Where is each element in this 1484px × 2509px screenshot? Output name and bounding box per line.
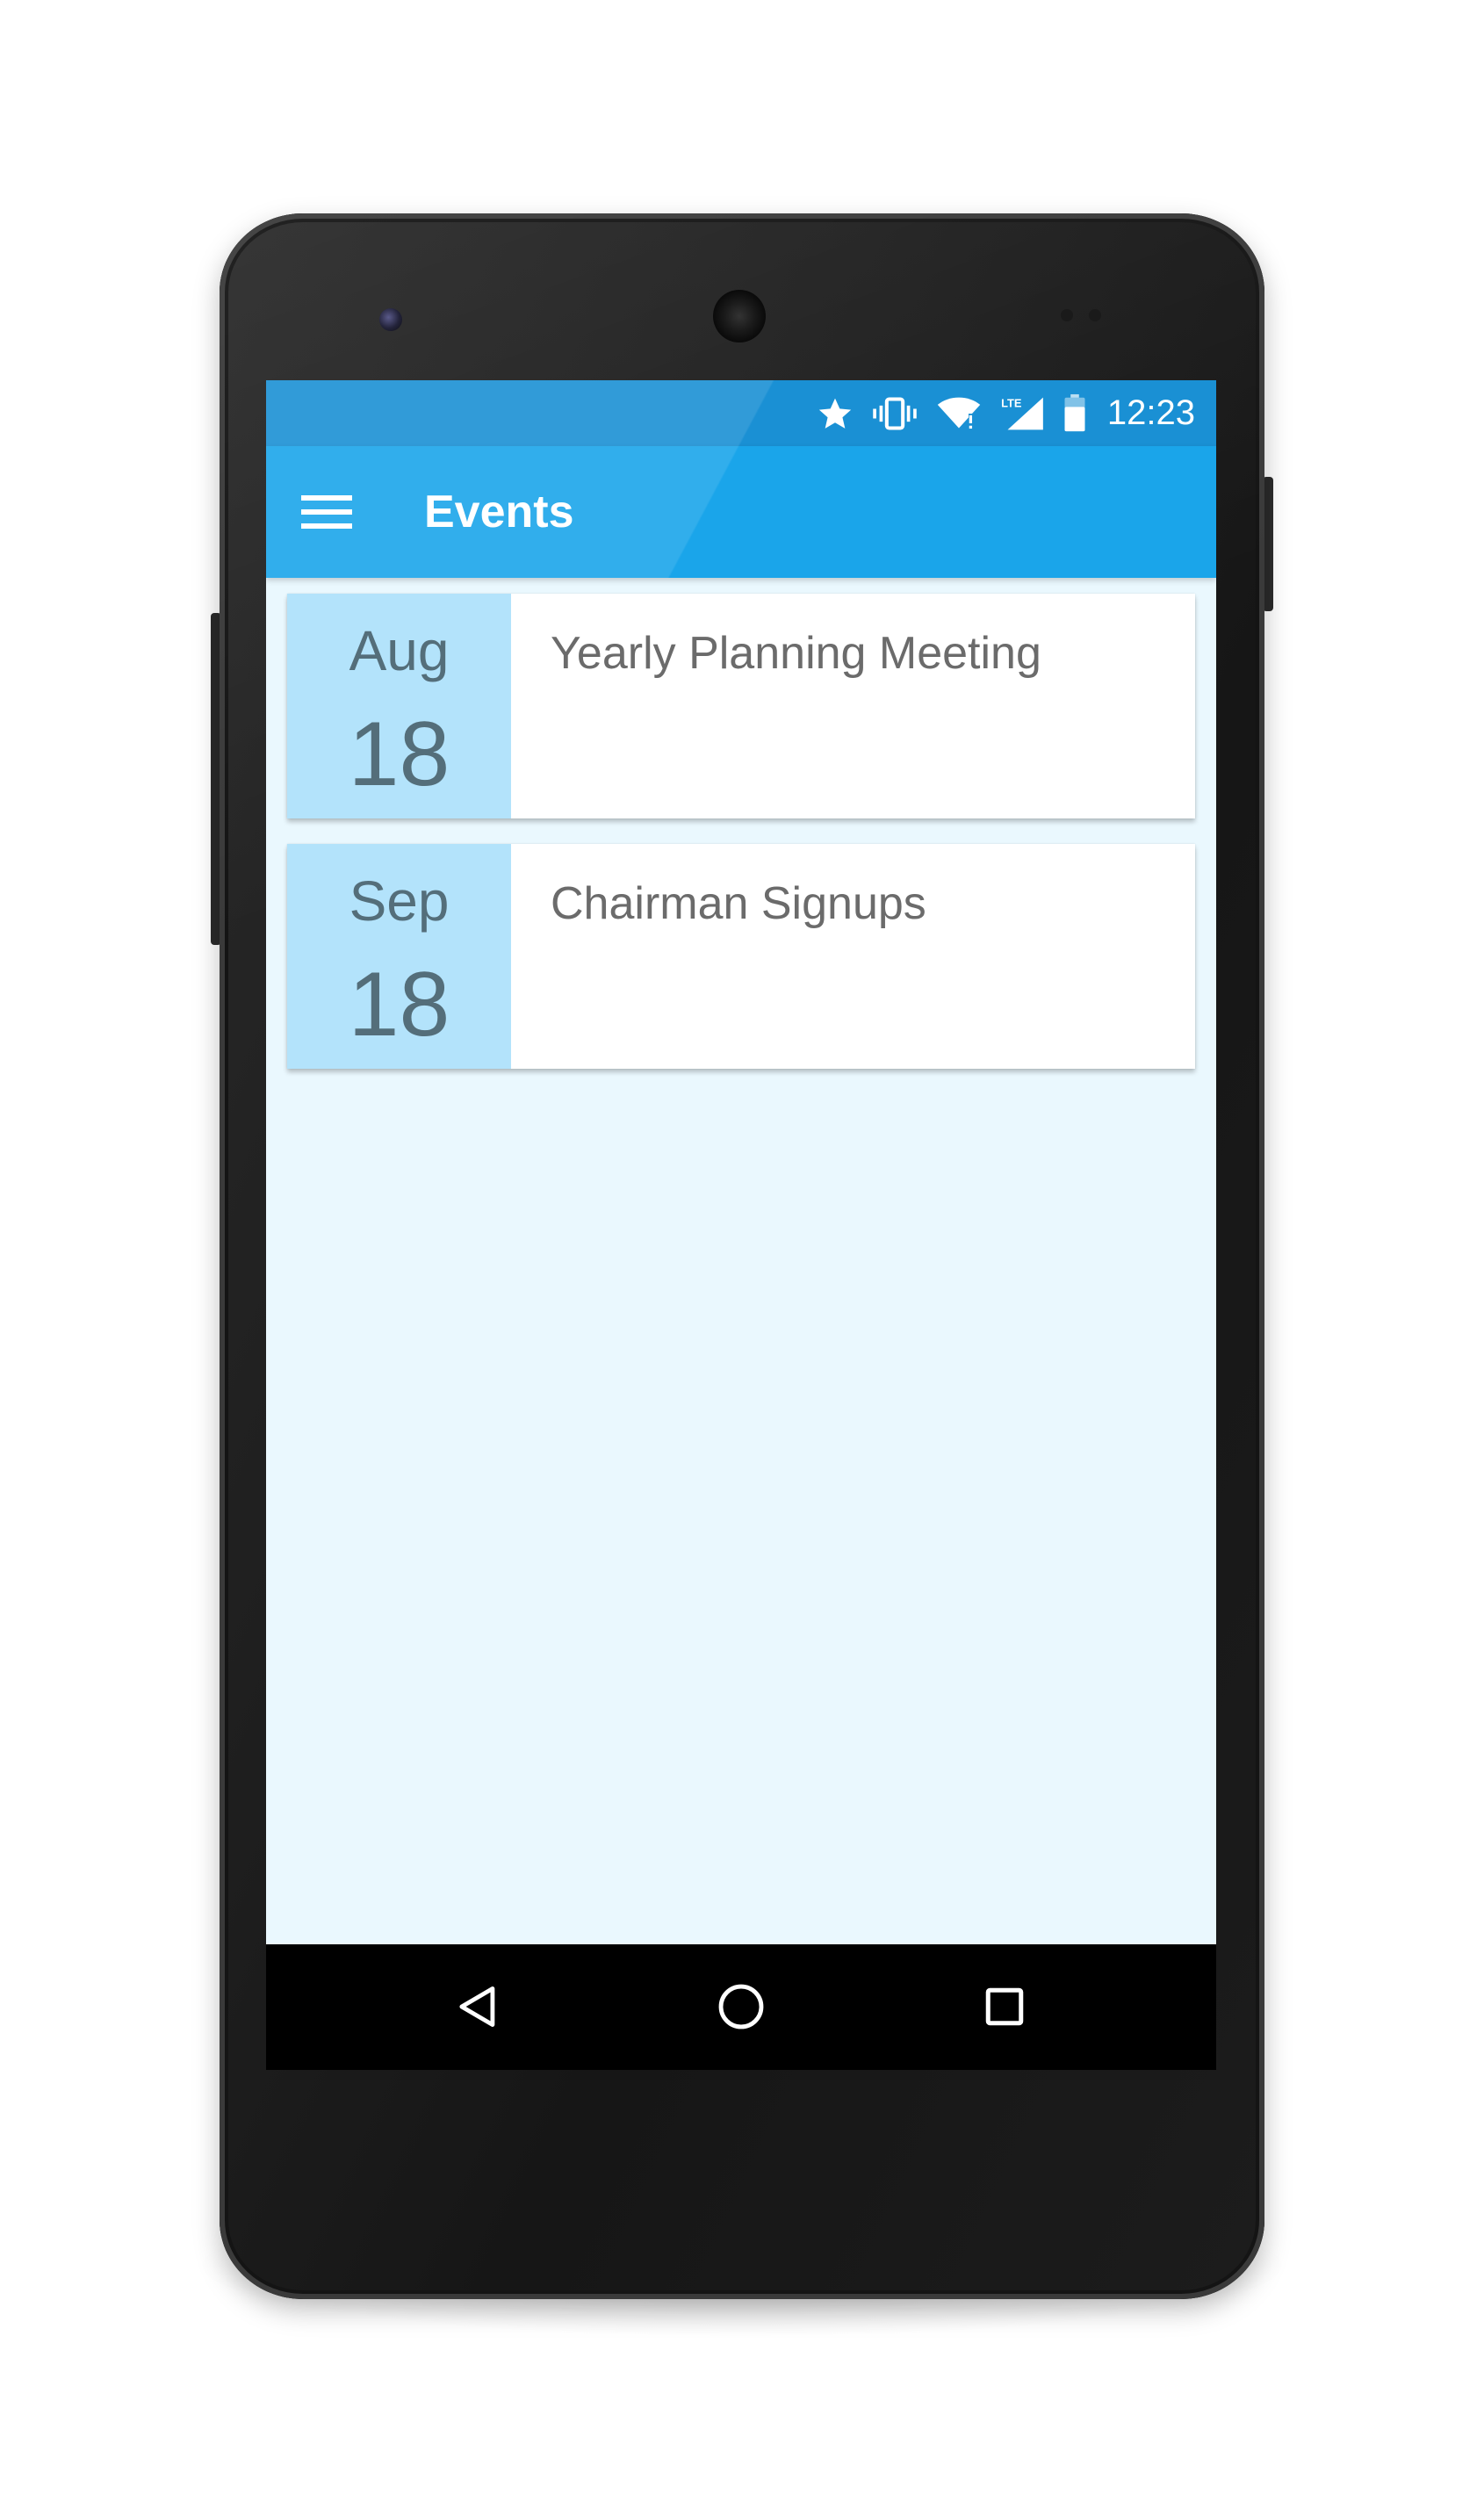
status-time: 12:23 <box>1106 393 1195 432</box>
wifi-icon <box>935 394 983 433</box>
back-button[interactable] <box>447 1976 508 2037</box>
vibrate-icon <box>870 394 919 433</box>
event-list: Aug 18 Yearly Planning Meeting Sep 18 Ch… <box>287 594 1195 1094</box>
event-day: 18 <box>348 703 450 805</box>
event-date-block: Aug 18 <box>287 594 511 818</box>
event-card[interactable]: Sep 18 Chairman Signups <box>287 844 1195 1069</box>
status-icons: LTE 12:23 <box>816 380 1195 446</box>
light-sensor <box>1089 309 1101 321</box>
lte-signal-icon: LTE <box>998 394 1046 433</box>
proximity-sensor <box>1061 309 1073 321</box>
app-bar: Events <box>266 446 1216 578</box>
home-icon <box>718 1984 764 2030</box>
status-bar: LTE 12:23 <box>266 380 1216 446</box>
lte-label: LTE <box>1001 396 1022 409</box>
front-camera <box>379 308 402 331</box>
back-icon <box>459 1986 495 2027</box>
recents-button[interactable] <box>974 1976 1035 2037</box>
device-mockup: LTE 12:23 Events Aug 18 Yearly Planning … <box>0 0 1484 2509</box>
event-date-block: Sep 18 <box>287 844 511 1069</box>
menu-icon <box>301 495 354 529</box>
home-button[interactable] <box>710 1976 772 2037</box>
recents-icon <box>985 1987 1024 2026</box>
event-title: Chairman Signups <box>551 878 926 929</box>
event-day: 18 <box>348 954 450 1056</box>
earpiece-speaker <box>713 290 766 342</box>
event-card[interactable]: Aug 18 Yearly Planning Meeting <box>287 594 1195 818</box>
event-title: Yearly Planning Meeting <box>551 628 1041 679</box>
star-icon <box>816 394 854 433</box>
app-title: Events <box>424 487 574 537</box>
event-month: Aug <box>349 619 450 682</box>
phone-screen: LTE 12:23 Events Aug 18 Yearly Planning … <box>266 380 1216 2070</box>
menu-button[interactable] <box>301 486 354 538</box>
navigation-bar <box>266 1944 1216 2070</box>
battery-icon <box>1062 393 1088 434</box>
event-month: Sep <box>349 869 450 933</box>
